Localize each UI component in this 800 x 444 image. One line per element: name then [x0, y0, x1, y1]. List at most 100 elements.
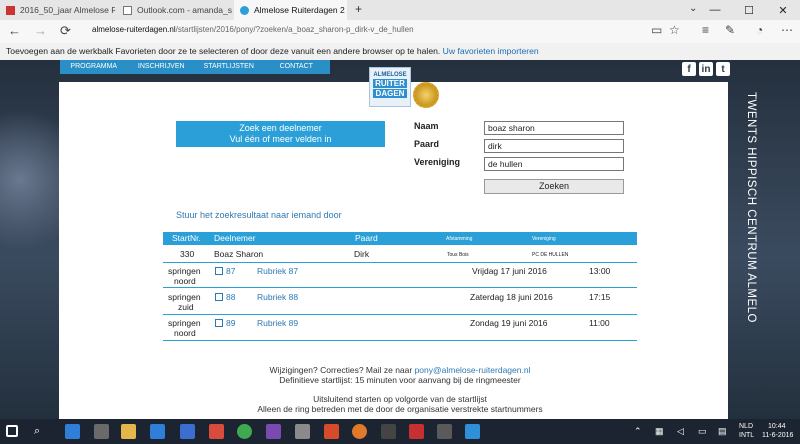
volume-icon[interactable]: ◁ [677, 426, 684, 437]
clock-time[interactable]: 10:44 [768, 423, 786, 430]
notifications-icon[interactable]: ▤ [718, 426, 727, 437]
app-icon[interactable] [437, 424, 452, 439]
row-time: 17:15 [589, 292, 611, 302]
network-icon[interactable]: ▦ [655, 426, 664, 437]
paard-input[interactable]: dirk [484, 139, 624, 153]
address-bar[interactable]: almelose-ruiterdagen.nl/startlijsten/201… [92, 25, 414, 34]
site-logo[interactable]: ALMELOSE RUITER DAGEN [369, 67, 411, 107]
tab-outlook[interactable]: Outlook.com - amanda_sha ✕ [117, 0, 232, 20]
favorite-star-icon[interactable]: ☆ [669, 23, 680, 37]
edge-icon[interactable] [65, 424, 80, 439]
app-icon[interactable] [324, 424, 339, 439]
tab-label: Outlook.com - amanda_sha [137, 5, 232, 15]
windows-start-icon[interactable] [6, 425, 18, 437]
close-tab-icon[interactable]: ✕ [345, 5, 347, 16]
logo-line3: DAGEN [373, 89, 407, 98]
acrobat-icon[interactable] [409, 424, 424, 439]
refresh-button[interactable]: ⟳ [60, 23, 71, 39]
battery-icon[interactable]: ▭ [698, 426, 707, 437]
rubriek-number-link[interactable]: 88 [215, 292, 235, 302]
menu-contact[interactable]: CONTACT [263, 60, 331, 74]
import-favorites-link[interactable]: Uw favorieten importeren [443, 46, 539, 56]
menu-programma[interactable]: PROGRAMMA [60, 60, 128, 74]
rubriek-link[interactable]: Rubriek 88 [257, 292, 298, 302]
menu-inschrijven[interactable]: INSCHRIJVEN [128, 60, 196, 74]
share-icon[interactable]: ◔ [756, 23, 763, 37]
send-results-link[interactable]: Stuur het zoekresultaat naar iemand door [176, 210, 342, 220]
maximize-button[interactable]: ☐ [732, 0, 766, 20]
participant-startnr: 330 [180, 249, 195, 259]
favorites-hint-bar: Toevoegen aan de werkbalk Favorieten doo… [0, 43, 800, 60]
footer-line4: Alleen de ring betreden met de door de o… [257, 404, 543, 414]
header-startnr: StartNr. [172, 233, 201, 243]
app-icon[interactable] [465, 424, 480, 439]
tab-list-button[interactable]: ⌄ [689, 3, 697, 14]
firefox-icon[interactable] [352, 424, 367, 439]
search-icon[interactable]: ⌕ [34, 425, 40, 438]
new-tab-button[interactable]: + [355, 2, 362, 16]
page-icon [123, 5, 132, 15]
rubriek-number-link[interactable]: 89 [215, 318, 235, 328]
footer-mail-line: Wijzigingen? Correcties? Mail ze naar po… [163, 365, 637, 375]
chrome-icon[interactable] [237, 424, 252, 439]
participant-horse: Dirk [354, 249, 370, 259]
rubriek-number: 87 [226, 266, 236, 276]
label-paard: Paard [414, 139, 440, 149]
footer-line2: Definitieve startlijst: 15 minuten voor … [279, 375, 521, 385]
label-vereniging: Vereniging [414, 157, 461, 167]
word-icon[interactable] [180, 424, 195, 439]
participant-afstamming: Tous Bois [447, 252, 469, 258]
app-icon[interactable] [381, 424, 396, 439]
site-menu: PROGRAMMA INSCHRIJVEN STARTLIJSTEN CONTA… [60, 60, 330, 74]
naam-input[interactable]: boaz sharon [484, 121, 624, 135]
row-time: 11:00 [589, 318, 610, 328]
twitter-icon[interactable]: t [716, 62, 730, 76]
row-location-ring: zuid [178, 302, 194, 312]
rubriek-number: 88 [226, 292, 236, 302]
reading-view-icon[interactable]: ▭ [651, 23, 662, 37]
keyboard-layout[interactable]: INTL [739, 432, 754, 439]
clock-date[interactable]: 11-6-2016 [762, 432, 793, 439]
tab-ruiterdagen[interactable]: Almelose Ruiterdagen 2 ✕ [234, 0, 347, 20]
rubriek-number-link[interactable]: 87 [215, 266, 235, 276]
close-window-button[interactable]: ✕ [766, 0, 800, 20]
app-icon[interactable] [266, 424, 281, 439]
tab-almelose-pdf[interactable]: 2016_50_jaar Almelose Ruite ✕ [0, 0, 115, 20]
app-icon[interactable] [295, 424, 310, 439]
vereniging-input[interactable]: de hullen [484, 157, 624, 171]
facebook-icon[interactable]: f [682, 62, 696, 76]
favbar-text: Toevoegen aan de werkbalk Favorieten doo… [6, 46, 443, 56]
task-view-icon[interactable] [94, 424, 109, 439]
search-subtitle: Vul één of meer velden in [229, 134, 332, 144]
hub-icon[interactable]: ≡ [702, 23, 709, 37]
calendar-icon [215, 293, 223, 301]
more-icon[interactable]: ⋯ [781, 23, 793, 37]
file-explorer-icon[interactable] [121, 424, 136, 439]
tray-chevron-icon[interactable]: ⌃ [634, 426, 642, 437]
zoeken-button[interactable]: Zoeken [484, 179, 624, 194]
email-link[interactable]: pony@almelose-ruiterdagen.nl [415, 365, 531, 375]
calendar-icon [215, 267, 223, 275]
participant-club: PC DE HULLEN [532, 252, 569, 258]
row-divider [163, 262, 637, 263]
row-date: Zaterdag 18 juni 2016 [470, 292, 553, 302]
tab-label: 2016_50_jaar Almelose Ruite [20, 5, 115, 15]
row-date: Vrijdag 17 juni 2016 [472, 266, 547, 276]
minimize-button[interactable]: — [698, 0, 732, 20]
rubriek-link[interactable]: Rubriek 87 [257, 266, 298, 276]
vertical-slogan-text: TWENTS HIPPISCH CENTRUM ALMELO [745, 92, 757, 323]
app-icon[interactable] [209, 424, 224, 439]
row-location: springen [168, 266, 201, 276]
windows-taskbar: ⌕ ⌃ ▦ ◁ ▭ ▤ NLD INTL 10:44 11-6-2016 [0, 419, 800, 444]
forward-button[interactable]: → [34, 23, 47, 38]
store-icon[interactable] [150, 424, 165, 439]
rubriek-link[interactable]: Rubriek 89 [257, 318, 298, 328]
menu-startlijsten[interactable]: STARTLIJSTEN [195, 60, 263, 74]
linkedin-icon[interactable]: in [699, 62, 713, 76]
logo-line1: ALMELOSE [373, 72, 407, 78]
note-icon[interactable]: ✎ [725, 23, 735, 37]
back-button[interactable]: ← [8, 23, 21, 38]
pdf-icon [6, 5, 15, 15]
anniversary-medal-icon [413, 82, 439, 108]
input-language[interactable]: NLD [739, 423, 753, 430]
